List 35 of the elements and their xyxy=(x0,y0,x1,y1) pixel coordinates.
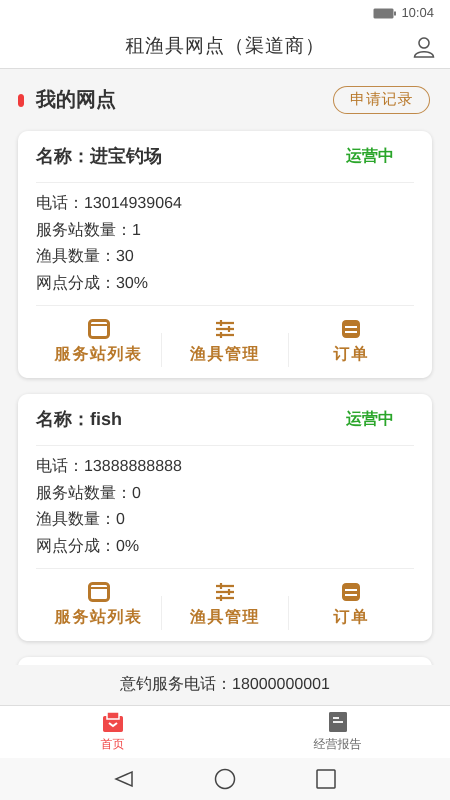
info-text: 服务站数量：0 xyxy=(36,484,142,504)
action-button[interactable]: 渔具管理 xyxy=(162,317,288,367)
document-icon xyxy=(328,711,348,733)
hotline-text: 意钓服务电话：18000000001 xyxy=(120,674,330,695)
user-icon[interactable] xyxy=(413,36,435,58)
recents-icon[interactable] xyxy=(316,769,336,789)
outlet-name: 名称：fish xyxy=(36,408,122,431)
info-text: 电话：13888888888 xyxy=(36,456,183,477)
back-icon[interactable] xyxy=(114,770,134,788)
info-text: 渔具数量：30 xyxy=(36,247,135,267)
accent-marker xyxy=(18,94,24,106)
battery-icon xyxy=(373,8,398,18)
status-time: 10:04 xyxy=(401,4,434,22)
info-text: 网点分成：0% xyxy=(36,536,140,556)
window-icon xyxy=(86,317,111,341)
action-button[interactable]: 渔具管理 xyxy=(162,580,288,630)
status-label: 运营中 xyxy=(346,146,394,166)
inbox-icon xyxy=(102,711,124,733)
tab[interactable]: 首页 xyxy=(0,706,225,758)
info-text: 电话：13014939064 xyxy=(36,194,183,214)
action-button[interactable]: 服务站列表 xyxy=(36,580,162,630)
home-icon[interactable] xyxy=(214,768,236,790)
action-button[interactable]: 订单 xyxy=(288,317,414,367)
action-button[interactable]: 服务站列表 xyxy=(36,317,162,367)
tab[interactable]: 经营报告 xyxy=(225,706,450,758)
section-title: 我的网点 xyxy=(36,88,116,113)
apply-records-button[interactable]: 申请记录 xyxy=(333,86,430,114)
window-title: 租渔具网点（渠道商） xyxy=(125,34,325,59)
status-label: 运营中 xyxy=(346,410,394,430)
action-button[interactable]: 订单 xyxy=(288,580,414,630)
info-text: 渔具数量：0 xyxy=(36,510,126,530)
info-text: 服务站数量：1 xyxy=(36,220,142,240)
info-text: 网点分成：30% xyxy=(36,274,150,294)
window-icon xyxy=(86,580,111,604)
outlet-name: 名称：进宝钓场 xyxy=(36,145,162,168)
